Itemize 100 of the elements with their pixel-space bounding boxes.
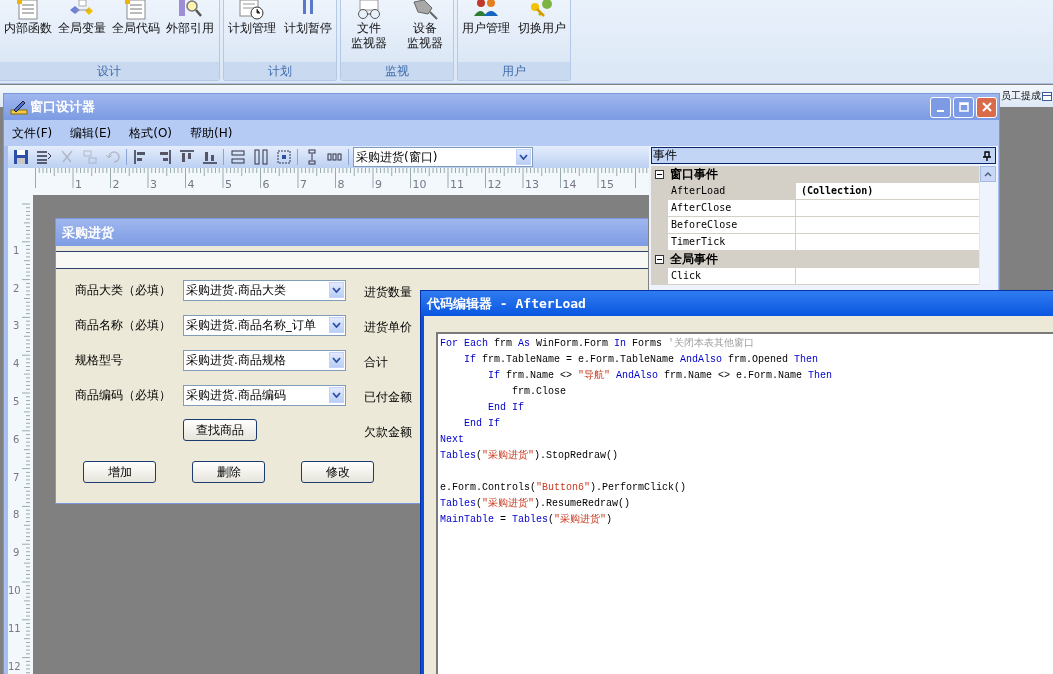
same-height-icon bbox=[252, 149, 269, 165]
align-bottom-icon bbox=[201, 149, 218, 165]
ruler-number: 8 bbox=[337, 178, 345, 190]
ruler-number: 11 bbox=[449, 178, 464, 190]
code-line: Tables("采购进货").ResumeRedraw() bbox=[440, 496, 631, 511]
toolbar-button[interactable] bbox=[228, 147, 247, 167]
ruler-number: 4 bbox=[13, 358, 20, 370]
window-title: 代码编辑器 - AfterLoad bbox=[427, 294, 586, 313]
maximize-icon bbox=[958, 102, 969, 112]
form-button[interactable]: 增加 bbox=[83, 461, 156, 483]
combo-box[interactable]: 采购进货.商品编码 bbox=[183, 384, 346, 406]
ruler-number: 14 bbox=[562, 178, 577, 190]
code-line: MainTable = Tables("采购进货") bbox=[440, 512, 613, 527]
field-label: 合计 bbox=[364, 354, 389, 371]
form-button[interactable]: 修改 bbox=[301, 461, 374, 483]
chevron-down-icon bbox=[332, 322, 341, 328]
copy-icon bbox=[81, 149, 98, 165]
chevron-down-icon bbox=[519, 154, 528, 160]
category-label: 全局事件 bbox=[670, 251, 718, 268]
property-name[interactable]: TimerTick bbox=[668, 234, 796, 251]
minimize-icon bbox=[937, 109, 944, 112]
undo-icon bbox=[104, 149, 121, 165]
code-line: e.Form.Controls("Button6").PerformClick() bbox=[440, 481, 687, 495]
property-name[interactable]: AfterClose bbox=[668, 200, 796, 217]
ruler-number: 1 bbox=[74, 178, 82, 190]
collapse-icon[interactable] bbox=[655, 170, 664, 179]
menu-item[interactable]: 格式(O) bbox=[127, 124, 175, 142]
find-button[interactable]: 查找商品 bbox=[183, 419, 257, 441]
ruler-number: 10 bbox=[412, 178, 427, 190]
ruler-number: 6 bbox=[13, 433, 20, 445]
field-label: 进货单价 bbox=[364, 319, 412, 336]
ribbon-button[interactable]: 计划暂停 bbox=[280, 0, 336, 62]
ruler-number: 9 bbox=[13, 547, 20, 559]
toolbar-button[interactable] bbox=[251, 147, 270, 167]
ruler-number: 6 bbox=[262, 178, 270, 190]
menu-item[interactable]: 文件(F) bbox=[10, 124, 55, 142]
combo-box[interactable]: 采购进货.商品规格 bbox=[183, 349, 346, 371]
panel-title: 事件 bbox=[653, 147, 677, 164]
combo-box[interactable]: 采购进货.商品名称_订单 bbox=[183, 314, 346, 336]
maximize-button[interactable] bbox=[953, 96, 974, 118]
field-label: 商品大类（必填） bbox=[75, 281, 172, 299]
form-button[interactable]: 删除 bbox=[192, 461, 265, 483]
ribbon-button[interactable]: 全局变量 bbox=[55, 0, 109, 62]
ribbon-group-label: 计划 bbox=[224, 62, 336, 80]
code-line: End If bbox=[487, 401, 524, 415]
ribbon-button[interactable]: 内部函数 bbox=[1, 0, 55, 62]
clock-icon bbox=[237, 0, 267, 20]
field-label: 进货数量 bbox=[364, 284, 412, 301]
close-button[interactable] bbox=[976, 96, 997, 118]
menu-item[interactable]: 帮助(H) bbox=[188, 124, 235, 142]
cut-icon bbox=[58, 149, 75, 165]
property-value[interactable]: (Collection) bbox=[796, 183, 979, 200]
field-label: 规格型号 bbox=[75, 351, 124, 369]
ruler-number: 3 bbox=[13, 320, 20, 332]
code-line: If frm.Name <> "导航" AndAlso frm.Name <> e.Form.Name Then bbox=[487, 368, 833, 383]
ribbon-button[interactable]: 全局代码 bbox=[109, 0, 163, 62]
ruler-number: 9 bbox=[374, 178, 382, 190]
ruler-number: 5 bbox=[224, 178, 232, 190]
ruler-number: 2 bbox=[112, 178, 120, 190]
toolbar-button[interactable] bbox=[11, 147, 30, 167]
field-label: 商品名称（必填） bbox=[75, 316, 172, 334]
chevron-down-icon bbox=[332, 287, 341, 293]
ribbon-button[interactable]: 文件 监视器 bbox=[341, 0, 397, 62]
ruler-number: 1 bbox=[13, 244, 20, 256]
list-icon bbox=[35, 149, 52, 165]
ribbon-group-label: 监视 bbox=[341, 62, 453, 80]
ribbon-button[interactable]: 计划管理 bbox=[224, 0, 280, 62]
combo-box[interactable]: 采购进货.商品大类 bbox=[183, 279, 346, 301]
pencil-ruler-icon bbox=[10, 99, 28, 115]
chevron-up-icon bbox=[984, 171, 992, 177]
ribbon-button[interactable]: 切换用户 bbox=[514, 0, 570, 62]
toolbar-button[interactable] bbox=[274, 147, 293, 167]
field-label: 欠款金额 bbox=[364, 424, 412, 441]
ribbon-button[interactable]: 设备 监视器 bbox=[397, 0, 453, 62]
category-label: 窗口事件 bbox=[670, 166, 718, 183]
ribbon-group-label: 用户 bbox=[458, 62, 570, 80]
property-name[interactable]: Click bbox=[668, 268, 796, 285]
property-name[interactable]: BeforeClose bbox=[668, 217, 796, 234]
same-width-icon bbox=[229, 149, 246, 165]
field-label: 已付金额 bbox=[364, 389, 412, 406]
ribbon-button[interactable]: 外部引用 bbox=[163, 0, 217, 62]
code-line: End If bbox=[463, 417, 500, 431]
form-title: 采购进货 bbox=[62, 223, 114, 242]
form-selector[interactable]: 采购进货(窗口) bbox=[353, 147, 533, 167]
ruler-number: 10 bbox=[8, 585, 21, 596]
code-line: For Each frm As WinForm.Form In Forms '关闭本表其他窗口 bbox=[440, 336, 755, 351]
ribbon-button[interactable]: 用户管理 bbox=[458, 0, 514, 62]
code-line: frm.Close bbox=[511, 385, 567, 399]
menu-item[interactable]: 编辑(E) bbox=[68, 124, 114, 142]
minimize-button[interactable] bbox=[930, 96, 951, 118]
chevron-down-icon bbox=[332, 392, 341, 398]
ruler-number: 12 bbox=[487, 178, 502, 190]
collapse-icon[interactable] bbox=[655, 255, 664, 264]
align-top-icon bbox=[178, 149, 195, 165]
save-icon bbox=[12, 149, 29, 165]
tab[interactable]: 员工提成 bbox=[1001, 89, 1041, 103]
scrollbar[interactable] bbox=[979, 166, 996, 285]
pin-icon[interactable] bbox=[982, 150, 992, 161]
ruler-number: 7 bbox=[299, 178, 307, 190]
close-icon bbox=[981, 102, 992, 112]
